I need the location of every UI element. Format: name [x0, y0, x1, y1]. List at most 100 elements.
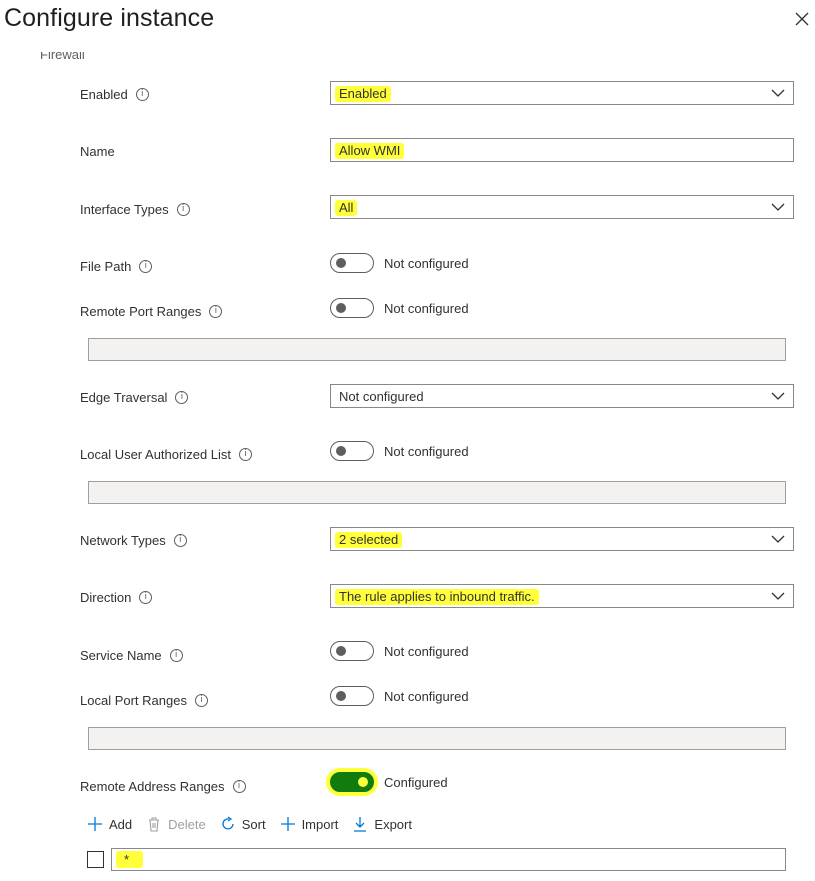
- remote-address-value: *: [116, 851, 144, 868]
- add-label: Add: [109, 816, 133, 832]
- trash-icon: [149, 817, 160, 832]
- interface-types-value: All: [335, 200, 358, 216]
- interface-types-dropdown[interactable]: All: [330, 195, 794, 219]
- local-user-authorized-list-toggle-row: Not configured: [330, 441, 469, 461]
- add-button[interactable]: Add: [87, 816, 132, 832]
- remote-port-ranges-state: Not configured: [384, 300, 469, 316]
- info-icon[interactable]: i: [175, 390, 189, 404]
- remote-port-ranges-toggle-row: Not configured: [330, 298, 469, 318]
- network-types-label-text: Network Types: [80, 532, 166, 548]
- toggle-knob: [336, 646, 346, 656]
- toggle-knob: [336, 446, 346, 456]
- network-types-dropdown[interactable]: 2 selected: [330, 527, 794, 551]
- enabled-label: Enabled i: [80, 85, 149, 103]
- remote-port-ranges-label-text: Remote Port Ranges: [80, 303, 202, 319]
- plus-icon: [88, 817, 102, 831]
- local-user-authorized-list-label-text: Local User Authorized List: [80, 446, 232, 462]
- export-label: Export: [374, 816, 412, 832]
- service-name-label: Service Name i: [80, 646, 183, 664]
- remote-address-input[interactable]: *: [111, 848, 786, 871]
- remote-address-ranges-label: Remote Address Ranges i: [80, 777, 246, 795]
- network-types-value: 2 selected: [335, 532, 403, 548]
- section-label: Firewall: [40, 52, 85, 60]
- direction-value: The rule applies to inbound traffic.: [335, 589, 539, 605]
- chevron-down-icon: [771, 89, 785, 97]
- local-port-ranges-input: [88, 727, 786, 750]
- delete-label: Delete: [168, 816, 206, 832]
- edge-traversal-label: Edge Traversal i: [80, 388, 189, 406]
- local-port-ranges-label-text: Local Port Ranges: [80, 692, 187, 708]
- address-command-bar: Add Delete Sort Import Export: [87, 816, 412, 832]
- info-icon[interactable]: i: [139, 259, 153, 273]
- direction-dropdown[interactable]: The rule applies to inbound traffic.: [330, 584, 794, 608]
- import-label: Import: [301, 816, 339, 832]
- service-name-toggle[interactable]: [330, 641, 374, 661]
- name-label-text: Name: [80, 143, 115, 159]
- enabled-dropdown[interactable]: Enabled: [330, 81, 794, 105]
- info-icon[interactable]: i: [173, 533, 187, 547]
- remote-port-ranges-input: [88, 338, 786, 361]
- info-icon[interactable]: i: [232, 779, 246, 793]
- enabled-label-text: Enabled: [80, 86, 128, 102]
- file-path-label: File Path i: [80, 257, 153, 275]
- file-path-label-text: File Path: [80, 258, 132, 274]
- toggle-knob: [358, 777, 368, 787]
- local-user-authorized-list-label: Local User Authorized List i: [80, 445, 253, 463]
- export-button[interactable]: Export: [352, 816, 412, 832]
- info-icon[interactable]: i: [139, 590, 153, 604]
- info-icon[interactable]: i: [135, 87, 149, 101]
- remote-address-ranges-toggle[interactable]: [330, 772, 374, 792]
- toggle-knob: [336, 691, 346, 701]
- service-name-label-text: Service Name: [80, 647, 162, 663]
- local-user-authorized-list-state: Not configured: [384, 443, 469, 459]
- name-value: Allow WMI: [335, 143, 405, 159]
- edge-traversal-value: Not configured: [339, 389, 424, 404]
- file-path-state: Not configured: [384, 255, 469, 271]
- download-icon: [354, 817, 367, 832]
- remote-address-ranges-state: Configured: [384, 774, 448, 790]
- local-user-authorized-list-input: [88, 481, 786, 504]
- toggle-knob: [336, 258, 346, 268]
- name-label: Name: [80, 142, 115, 160]
- refresh-icon: [222, 816, 234, 830]
- remote-port-ranges-label: Remote Port Ranges i: [80, 302, 223, 320]
- chevron-down-icon: [771, 203, 785, 211]
- sort-button[interactable]: Sort: [220, 816, 266, 832]
- info-icon[interactable]: i: [209, 304, 223, 318]
- edge-traversal-dropdown[interactable]: Not configured: [330, 384, 794, 408]
- info-icon[interactable]: i: [169, 648, 183, 662]
- file-path-toggle[interactable]: [330, 253, 374, 273]
- panel-title: Configure instance: [4, 4, 215, 32]
- local-port-ranges-state: Not configured: [384, 688, 469, 704]
- network-types-label: Network Types i: [80, 531, 187, 549]
- local-port-ranges-toggle-row: Not configured: [330, 686, 469, 706]
- service-name-toggle-row: Not configured: [330, 641, 469, 661]
- local-port-ranges-toggle[interactable]: [330, 686, 374, 706]
- remote-address-ranges-label-text: Remote Address Ranges: [80, 778, 225, 794]
- name-input[interactable]: Allow WMI: [330, 138, 794, 162]
- direction-label-text: Direction: [80, 589, 132, 605]
- edge-traversal-label-text: Edge Traversal: [80, 389, 168, 405]
- toggle-knob: [336, 303, 346, 313]
- remote-port-ranges-toggle[interactable]: [330, 298, 374, 318]
- chevron-down-icon: [771, 392, 785, 400]
- file-path-toggle-row: Not configured: [330, 253, 469, 273]
- delete-button[interactable]: Delete: [146, 816, 206, 832]
- import-button[interactable]: Import: [280, 816, 339, 832]
- chevron-down-icon: [771, 535, 785, 543]
- close-icon[interactable]: [794, 11, 810, 27]
- row-checkbox[interactable]: [87, 851, 104, 868]
- info-icon[interactable]: i: [239, 447, 253, 461]
- local-user-authorized-list-toggle[interactable]: [330, 441, 374, 461]
- remote-address-ranges-toggle-row: Configured: [330, 772, 448, 792]
- plus-icon: [280, 817, 295, 831]
- enabled-value: Enabled: [335, 86, 391, 102]
- chevron-down-icon: [771, 592, 785, 600]
- info-icon[interactable]: i: [194, 693, 208, 707]
- info-icon[interactable]: i: [176, 202, 190, 216]
- direction-label: Direction i: [80, 588, 153, 606]
- sort-label: Sort: [241, 816, 266, 832]
- interface-types-label-text: Interface Types: [80, 201, 169, 217]
- service-name-state: Not configured: [384, 643, 469, 659]
- local-port-ranges-label: Local Port Ranges i: [80, 691, 208, 709]
